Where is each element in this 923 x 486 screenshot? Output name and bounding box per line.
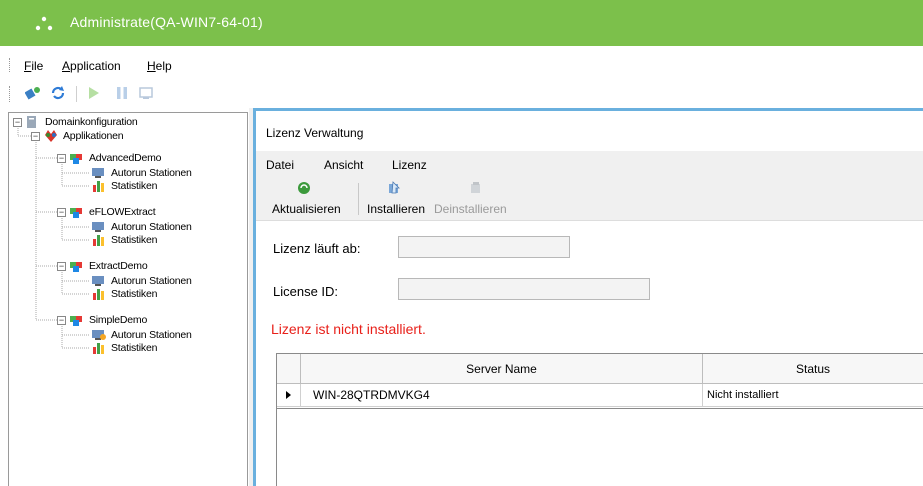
- toolbar-separator: [358, 183, 359, 215]
- column-header-status[interactable]: Status: [703, 354, 923, 384]
- license-id-field[interactable]: [398, 278, 650, 300]
- app-logo-icon: [35, 16, 53, 31]
- title-bar: Administrate(QA-WIN7-64-01): [0, 0, 923, 46]
- installieren-button[interactable]: Installieren: [364, 177, 430, 221]
- toolbar-grip: [9, 86, 11, 102]
- connect-icon[interactable]: [25, 85, 41, 101]
- toolbar-separator: [76, 86, 77, 102]
- expires-label: Lizenz läuft ab:: [273, 241, 361, 256]
- tree-lines: [17, 128, 89, 349]
- panel-menu-bar: Datei Ansicht Lizenz: [256, 151, 923, 177]
- menu-application[interactable]: Application: [62, 59, 121, 73]
- play-icon: [89, 87, 99, 99]
- menu-file[interactable]: File: [24, 59, 43, 73]
- uninstall-icon: [471, 182, 480, 193]
- cell-server-name[interactable]: WIN-28QTRDMVKG4: [301, 384, 703, 407]
- panel-toolbar: Aktualisieren Installieren Deinstalliere…: [256, 177, 923, 221]
- menu-grip: [9, 58, 11, 72]
- menu-help[interactable]: Help: [147, 59, 172, 73]
- row-header-corner: [277, 354, 301, 384]
- menu-ansicht[interactable]: Ansicht: [324, 158, 363, 172]
- license-warning: Lizenz ist nicht installiert.: [271, 321, 426, 337]
- deinstallieren-button: Deinstallieren: [432, 177, 520, 221]
- main-toolbar: [0, 78, 923, 108]
- stations-icon: [139, 87, 153, 99]
- license-id-label: License ID:: [273, 284, 339, 299]
- grid-empty-area: [277, 408, 923, 486]
- pause-icon: [117, 87, 127, 99]
- column-header-server-name[interactable]: Server Name: [301, 354, 703, 384]
- panel-title: Lizenz Verwaltung: [266, 126, 364, 140]
- refresh-icon[interactable]: [50, 85, 66, 101]
- install-icon: [389, 181, 400, 194]
- menu-lizenz[interactable]: Lizenz: [392, 158, 427, 172]
- window-title: Administrate(QA-WIN7-64-01): [70, 14, 263, 30]
- main-menu-bar: File Application Help: [0, 46, 923, 78]
- expires-field[interactable]: [398, 236, 570, 258]
- cell-status[interactable]: Nicht installiert: [703, 384, 923, 407]
- aktualisieren-button[interactable]: Aktualisieren: [266, 177, 352, 221]
- license-panel: Lizenz Verwaltung Datei Ansicht Lizenz A…: [253, 108, 923, 486]
- row-selector[interactable]: [277, 384, 301, 407]
- server-grid[interactable]: Server Name Status WIN-28QTRDMVKG4 Nicht…: [276, 353, 923, 486]
- refresh-icon: [298, 182, 310, 194]
- row-pointer-icon: [286, 391, 291, 399]
- domain-tree[interactable]: − Domainkonfiguration − Applikationen − …: [8, 112, 248, 486]
- menu-datei[interactable]: Datei: [266, 158, 294, 172]
